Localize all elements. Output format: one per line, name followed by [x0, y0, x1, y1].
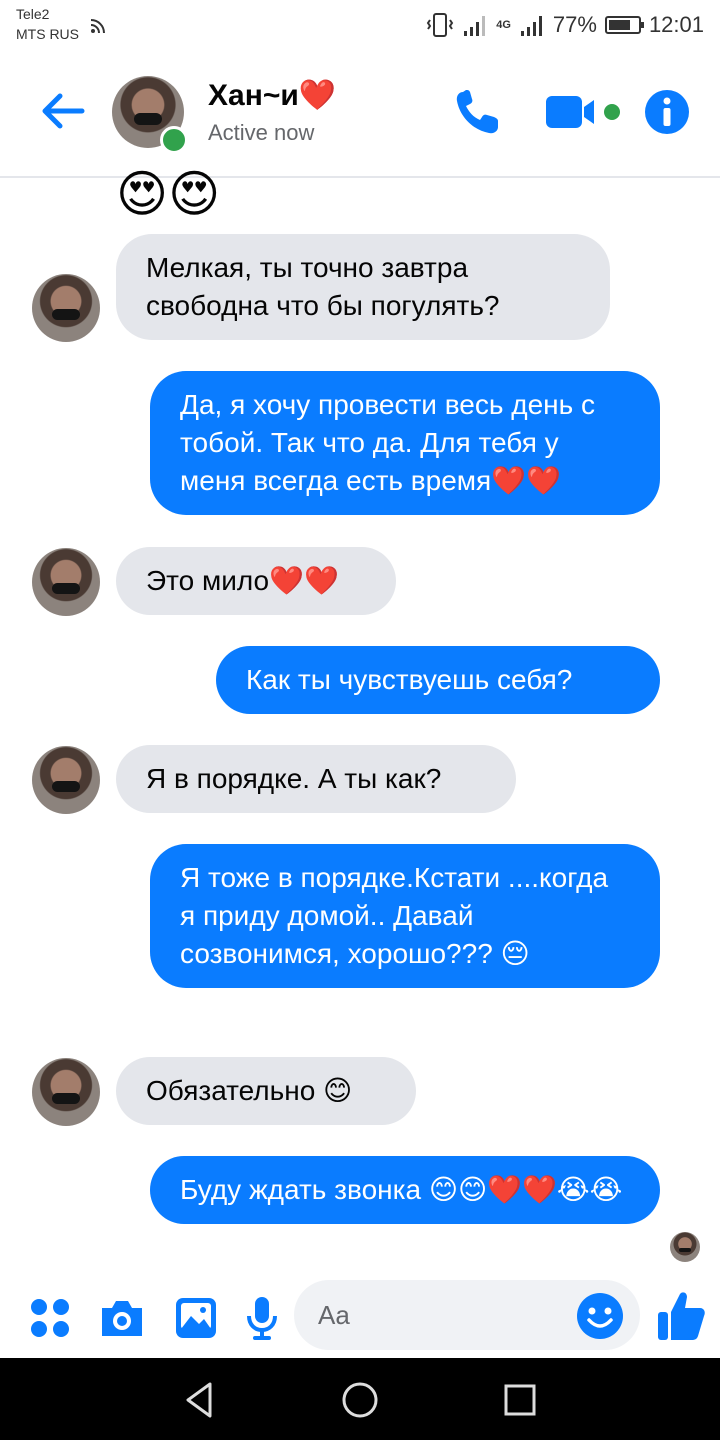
back-arrow-icon[interactable] [38, 86, 88, 136]
camera-button[interactable] [98, 1294, 146, 1342]
microphone-icon [247, 1297, 277, 1340]
composer-bar [0, 1274, 720, 1358]
incoming-message[interactable]: Я в порядке. А ты как? [116, 745, 516, 813]
outgoing-message[interactable]: Да, я хочу провести весь день с тобой. Т… [150, 371, 660, 515]
battery-icon [604, 16, 644, 34]
incoming-message[interactable]: Обязательно 😊 [116, 1057, 416, 1125]
voice-call-button[interactable] [450, 84, 506, 140]
outgoing-message[interactable]: Я тоже в порядке.Кстати ....когда я прид… [150, 844, 660, 988]
system-nav-bar [0, 1358, 720, 1440]
video-camera-icon [546, 96, 620, 128]
active-status: Active now [208, 120, 315, 145]
carrier-primary: Tele2 [16, 6, 50, 22]
incoming-message[interactable]: Мелкая, ты точно завтра свободна что бы … [116, 234, 610, 340]
image-icon [176, 1298, 216, 1338]
four-dots-icon [31, 1299, 69, 1337]
like-button[interactable] [656, 1288, 706, 1344]
voice-message-button[interactable] [238, 1294, 286, 1342]
status-icons: 4G 77% 12:01 [426, 10, 704, 40]
camera-icon [102, 1301, 142, 1336]
emoji-message[interactable]: 😍😍 [116, 164, 220, 224]
nav-home-icon[interactable] [340, 1380, 380, 1420]
info-icon [645, 90, 689, 134]
sender-avatar[interactable] [32, 746, 100, 814]
gallery-button[interactable] [172, 1294, 220, 1342]
sender-avatar[interactable] [32, 274, 100, 342]
outgoing-message[interactable]: Как ты чувствуешь себя? [216, 646, 660, 714]
incoming-message[interactable]: Это мило❤️❤️ [116, 547, 396, 615]
chat-header: Хан~и❤️ Active now [0, 56, 720, 178]
contact-name[interactable]: Хан~и❤️ [208, 78, 336, 113]
signal-icon [464, 16, 486, 36]
outgoing-message[interactable]: Буду ждать звонка 😊😊❤️❤️😭😭 [150, 1156, 660, 1224]
clock: 12:01 [648, 12, 704, 37]
battery-percent: 77% [552, 12, 597, 37]
smiley-icon[interactable] [576, 1292, 624, 1340]
signal-icon-2 [520, 16, 542, 36]
nav-recents-icon[interactable] [500, 1380, 540, 1420]
carrier-secondary: MTS RUS [16, 26, 79, 42]
nav-back-icon[interactable] [180, 1380, 220, 1420]
seen-receipt-avatar [670, 1232, 700, 1262]
video-call-button[interactable] [544, 84, 624, 140]
phone-icon [456, 90, 498, 134]
vibrate-icon [427, 13, 454, 37]
more-actions-button[interactable] [26, 1294, 74, 1342]
network-type: 4G [496, 19, 511, 31]
online-indicator [160, 126, 188, 154]
status-bar: Tele2 MTS RUS 4G 77% 12:01 [0, 0, 720, 56]
carrier-info: Tele2 MTS RUS [16, 4, 79, 44]
wifi-icon [90, 19, 105, 34]
sender-avatar[interactable] [32, 1058, 100, 1126]
info-button[interactable] [642, 84, 692, 140]
thumbs-up-icon [658, 1292, 705, 1340]
sender-avatar[interactable] [32, 548, 100, 616]
